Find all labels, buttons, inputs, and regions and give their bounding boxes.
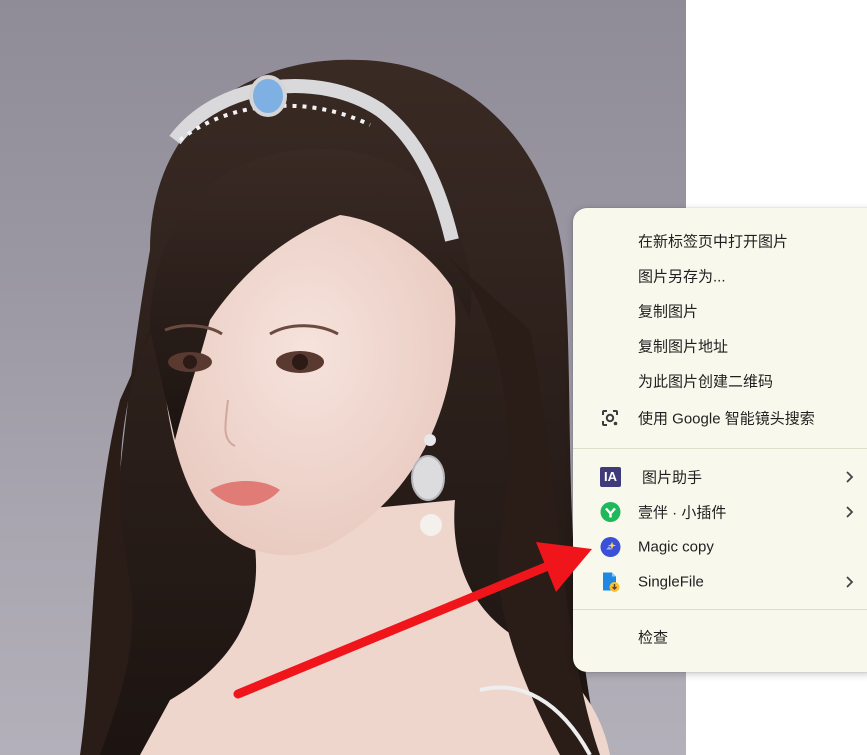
menu-item-label: 复制图片地址 — [638, 338, 729, 356]
chevron-right-icon — [845, 505, 855, 519]
yiban-icon — [600, 502, 621, 523]
image-assistant-icon: IA — [600, 467, 621, 487]
menu-separator — [573, 448, 867, 449]
menu-item-create-qr-code[interactable]: 为此图片创建二维码 — [573, 364, 867, 398]
menu-item-magic-copy[interactable]: Magic copy — [573, 530, 867, 564]
menu-item-label: 壹伴 · 小插件 — [638, 504, 727, 522]
image-assistant-icon-text: IA — [604, 469, 617, 484]
magic-copy-icon — [600, 537, 621, 558]
menu-item-label: Magic copy — [638, 538, 714, 556]
context-menu: 在新标签页中打开图片 图片另存为... 复制图片 复制图片地址 为此图片创建二维… — [573, 208, 867, 672]
chevron-right-icon — [845, 575, 855, 589]
menu-item-singlefile[interactable]: SingleFile — [573, 565, 867, 599]
menu-item-label: 使用 Google 智能镜头搜索 — [638, 410, 815, 428]
menu-separator — [573, 609, 867, 610]
menu-item-inspect[interactable]: 检查 — [573, 620, 867, 654]
chevron-right-icon — [845, 470, 855, 484]
menu-item-label: 图片助手 — [642, 469, 703, 487]
menu-item-label: SingleFile — [638, 573, 704, 591]
google-lens-icon — [600, 408, 620, 428]
menu-item-yiban-plugin[interactable]: 壹伴 · 小插件 — [573, 495, 867, 529]
menu-item-copy-image[interactable]: 复制图片 — [573, 294, 867, 328]
menu-item-image-assistant[interactable]: IA 图片助手 — [573, 460, 867, 494]
menu-item-label: 检查 — [638, 629, 669, 647]
menu-item-open-image-new-tab[interactable]: 在新标签页中打开图片 — [573, 224, 867, 258]
menu-item-label: 为此图片创建二维码 — [638, 373, 774, 391]
menu-item-copy-image-address[interactable]: 复制图片地址 — [573, 329, 867, 363]
menu-item-google-lens-search[interactable]: 使用 Google 智能镜头搜索 — [573, 401, 867, 435]
menu-item-label: 图片另存为... — [638, 268, 726, 286]
menu-item-save-image-as[interactable]: 图片另存为... — [573, 259, 867, 293]
singlefile-icon — [600, 572, 621, 593]
menu-item-label: 在新标签页中打开图片 — [638, 233, 789, 251]
menu-item-label: 复制图片 — [638, 303, 699, 321]
